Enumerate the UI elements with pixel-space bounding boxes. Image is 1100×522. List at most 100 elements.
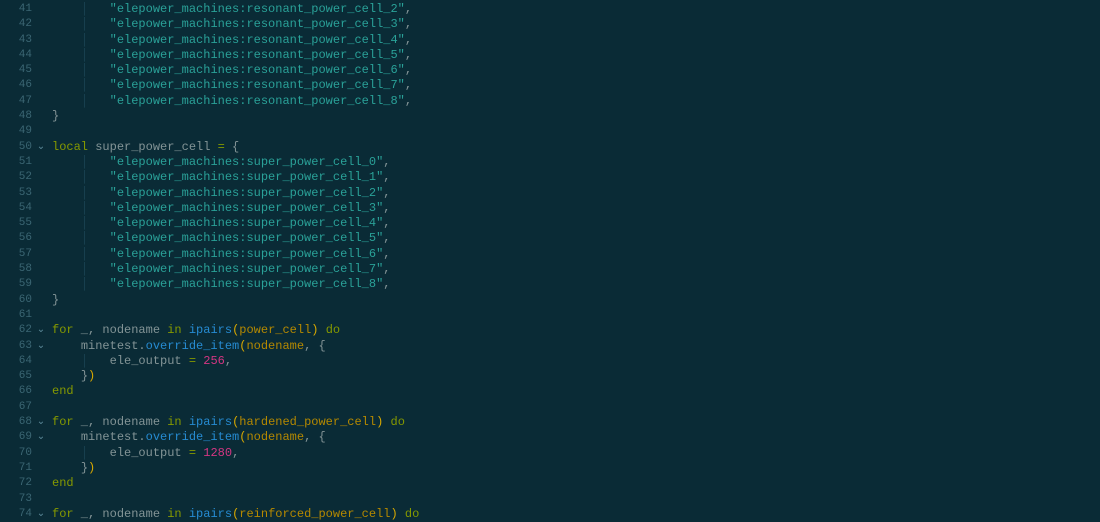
- code-line[interactable]: │ "elepower_machines:resonant_power_cell…: [52, 94, 1100, 109]
- gutter-line: 73: [0, 492, 52, 507]
- code-line[interactable]: }): [52, 461, 1100, 476]
- gutter-line: 53: [0, 186, 52, 201]
- code-line[interactable]: │ "elepower_machines:super_power_cell_0"…: [52, 155, 1100, 170]
- code-line[interactable]: end: [52, 384, 1100, 399]
- token-guide: [52, 354, 81, 368]
- gutter-line: 59: [0, 277, 52, 292]
- gutter-line: 55: [0, 216, 52, 231]
- code-line[interactable]: │ ele_output = 256,: [52, 354, 1100, 369]
- code-line[interactable]: │ ele_output = 1280,: [52, 446, 1100, 461]
- token-punct: ,: [304, 339, 318, 353]
- code-line[interactable]: for _, nodename in ipairs(hardened_power…: [52, 415, 1100, 430]
- gutter-line: 54: [0, 201, 52, 216]
- token-kw: in: [167, 323, 181, 337]
- code-line[interactable]: │ "elepower_machines:resonant_power_cell…: [52, 78, 1100, 93]
- code-line[interactable]: end: [52, 476, 1100, 491]
- gutter-line: 52: [0, 170, 52, 185]
- token-str: "elepower_machines:resonant_power_cell_6…: [110, 63, 405, 77]
- code-line[interactable]: │ "elepower_machines:super_power_cell_7"…: [52, 262, 1100, 277]
- gutter-line: 41: [0, 2, 52, 17]
- token-str: "elepower_machines:resonant_power_cell_8…: [110, 94, 405, 108]
- line-number: 65: [8, 369, 32, 384]
- token-str: "elepower_machines:super_power_cell_8": [110, 277, 384, 291]
- token-punct: }: [81, 369, 88, 383]
- line-number: 56: [8, 231, 32, 246]
- code-line[interactable]: │ "elepower_machines:super_power_cell_4"…: [52, 216, 1100, 231]
- token-guide: │: [81, 354, 110, 368]
- code-line[interactable]: [52, 400, 1100, 415]
- code-line[interactable]: │ "elepower_machines:super_power_cell_1"…: [52, 170, 1100, 185]
- code-line[interactable]: minetest.override_item(nodename, {: [52, 339, 1100, 354]
- token-ident: _: [74, 507, 88, 521]
- token-guide: [52, 170, 81, 184]
- token-guide: [52, 247, 81, 261]
- gutter-line: 44: [0, 48, 52, 63]
- gutter-line: 71: [0, 461, 52, 476]
- token-kw: for: [52, 415, 74, 429]
- token-guide: │: [81, 262, 110, 276]
- gutter-line: 45: [0, 63, 52, 78]
- line-number: 71: [8, 461, 32, 476]
- token-punct: ,: [383, 170, 390, 184]
- line-number: 70: [8, 446, 32, 461]
- token-punct: ,: [383, 262, 390, 276]
- code-line[interactable]: │ "elepower_machines:super_power_cell_2"…: [52, 186, 1100, 201]
- token-punct: }: [52, 109, 59, 123]
- code-line[interactable]: [52, 492, 1100, 507]
- code-line[interactable]: local super_power_cell = {: [52, 140, 1100, 155]
- code-editor[interactable]: 41424344454647484950⌄5152535455565758596…: [0, 0, 1100, 520]
- token-func: override_item: [146, 430, 240, 444]
- code-line[interactable]: }): [52, 369, 1100, 384]
- token-param: reinforced_power_cell: [239, 507, 390, 521]
- token-ident: minetest: [81, 339, 139, 353]
- token-str: "elepower_machines:resonant_power_cell_3…: [110, 17, 405, 31]
- code-line[interactable]: │ "elepower_machines:resonant_power_cell…: [52, 48, 1100, 63]
- token-guide: [52, 63, 81, 77]
- token-op: =: [218, 140, 225, 154]
- line-number: 68: [8, 415, 32, 430]
- gutter-line: 61: [0, 308, 52, 323]
- code-area[interactable]: │ "elepower_machines:resonant_power_cell…: [52, 0, 1100, 520]
- token-punct: {: [318, 339, 325, 353]
- token-str: "elepower_machines:resonant_power_cell_5…: [110, 48, 405, 62]
- fold-chevron-icon[interactable]: ⌄: [34, 323, 48, 338]
- fold-chevron-icon[interactable]: ⌄: [34, 140, 48, 155]
- code-line[interactable]: │ "elepower_machines:resonant_power_cell…: [52, 2, 1100, 17]
- token-guide: [52, 155, 81, 169]
- token-str: "elepower_machines:super_power_cell_2": [110, 186, 384, 200]
- code-line[interactable]: │ "elepower_machines:super_power_cell_5"…: [52, 231, 1100, 246]
- token-str: "elepower_machines:super_power_cell_5": [110, 231, 384, 245]
- fold-chevron-icon[interactable]: ⌄: [34, 339, 48, 354]
- gutter-line: 57: [0, 247, 52, 262]
- line-number: 58: [8, 262, 32, 277]
- code-line[interactable]: │ "elepower_machines:super_power_cell_6"…: [52, 247, 1100, 262]
- code-line[interactable]: for _, nodename in ipairs(power_cell) do: [52, 323, 1100, 338]
- line-number: 51: [8, 155, 32, 170]
- code-line[interactable]: }: [52, 293, 1100, 308]
- code-line[interactable]: }: [52, 109, 1100, 124]
- token-punct: ,: [383, 231, 390, 245]
- token-ident: [182, 415, 189, 429]
- code-line[interactable]: │ "elepower_machines:super_power_cell_8"…: [52, 277, 1100, 292]
- token-ident: [182, 323, 189, 337]
- token-guide: [52, 2, 81, 16]
- line-number: 61: [8, 308, 32, 323]
- code-line[interactable]: │ "elepower_machines:super_power_cell_3"…: [52, 201, 1100, 216]
- token-guide: [52, 339, 81, 353]
- token-guide: [52, 17, 81, 31]
- line-number: 73: [8, 492, 32, 507]
- line-number: 64: [8, 354, 32, 369]
- fold-chevron-icon[interactable]: ⌄: [34, 415, 48, 430]
- token-guide: [52, 461, 81, 475]
- code-line[interactable]: │ "elepower_machines:resonant_power_cell…: [52, 63, 1100, 78]
- token-str: "elepower_machines:super_power_cell_6": [110, 247, 384, 261]
- token-paren: ): [88, 461, 95, 475]
- token-guide: │: [81, 446, 110, 460]
- code-line[interactable]: [52, 124, 1100, 139]
- code-line[interactable]: [52, 308, 1100, 323]
- code-line[interactable]: minetest.override_item(nodename, {: [52, 430, 1100, 445]
- code-line[interactable]: │ "elepower_machines:resonant_power_cell…: [52, 17, 1100, 32]
- token-guide: [52, 48, 81, 62]
- fold-chevron-icon[interactable]: ⌄: [34, 430, 48, 445]
- code-line[interactable]: │ "elepower_machines:resonant_power_cell…: [52, 33, 1100, 48]
